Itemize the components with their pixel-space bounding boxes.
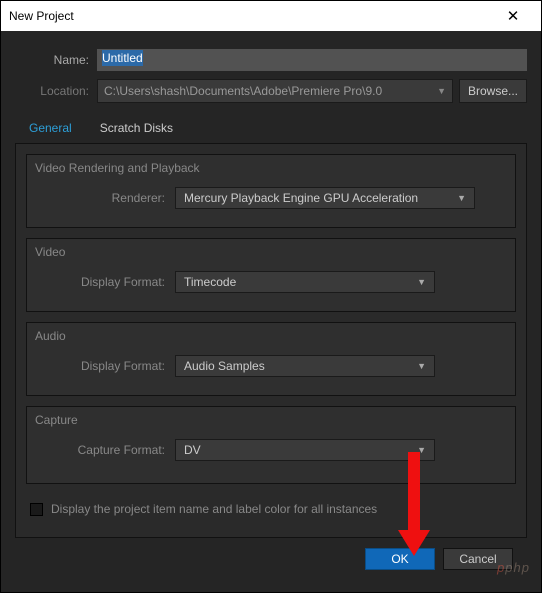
audio-format-label: Display Format: <box>35 359 175 373</box>
location-select[interactable]: C:\Users\shash\Documents\Adobe\Premiere … <box>97 79 453 103</box>
section-capture-title: Capture <box>27 407 515 437</box>
tabs: General Scratch Disks <box>15 115 527 144</box>
cancel-button[interactable]: Cancel <box>443 548 513 570</box>
audio-format-select[interactable]: Audio Samples ▼ <box>175 355 435 377</box>
chevron-down-icon: ▼ <box>417 445 426 455</box>
section-rendering: Video Rendering and Playback Renderer: M… <box>26 154 516 228</box>
video-format-value: Timecode <box>184 275 236 289</box>
section-audio: Audio Display Format: Audio Samples ▼ <box>26 322 516 396</box>
capture-format-select[interactable]: DV ▼ <box>175 439 435 461</box>
section-audio-title: Audio <box>27 323 515 353</box>
tab-pane-general: Video Rendering and Playback Renderer: M… <box>15 144 527 538</box>
chevron-down-icon: ▼ <box>457 193 466 203</box>
close-icon[interactable]: ✕ <box>493 7 533 25</box>
ok-button[interactable]: OK <box>365 548 435 570</box>
location-label: Location: <box>15 84 97 98</box>
section-video: Video Display Format: Timecode ▼ <box>26 238 516 312</box>
location-row: Location: C:\Users\shash\Documents\Adobe… <box>15 79 527 103</box>
audio-format-value: Audio Samples <box>184 359 265 373</box>
display-name-color-checkbox[interactable] <box>30 503 43 516</box>
renderer-select[interactable]: Mercury Playback Engine GPU Acceleration… <box>175 187 475 209</box>
titlebar: New Project ✕ <box>1 1 541 31</box>
renderer-label: Renderer: <box>35 191 175 205</box>
tab-general[interactable]: General <box>15 115 86 143</box>
video-format-label: Display Format: <box>35 275 175 289</box>
name-row: Name: Untitled <box>15 49 527 71</box>
name-input[interactable]: Untitled <box>97 49 527 71</box>
chevron-down-icon: ▼ <box>417 277 426 287</box>
chevron-down-icon: ▼ <box>417 361 426 371</box>
video-format-select[interactable]: Timecode ▼ <box>175 271 435 293</box>
dialog-content: Name: Untitled Location: C:\Users\shash\… <box>1 31 541 592</box>
window-title: New Project <box>9 9 493 23</box>
location-value: C:\Users\shash\Documents\Adobe\Premiere … <box>104 84 382 98</box>
section-rendering-title: Video Rendering and Playback <box>27 155 515 185</box>
dialog-footer: OK Cancel <box>15 538 527 582</box>
display-name-color-row: Display the project item name and label … <box>26 494 516 520</box>
new-project-dialog: New Project ✕ Name: Untitled Location: C… <box>0 0 542 593</box>
capture-format-value: DV <box>184 443 201 457</box>
section-video-title: Video <box>27 239 515 269</box>
capture-format-label: Capture Format: <box>35 443 175 457</box>
chevron-down-icon: ▼ <box>437 86 446 96</box>
renderer-value: Mercury Playback Engine GPU Acceleration <box>184 191 418 205</box>
tab-scratch-disks[interactable]: Scratch Disks <box>86 115 187 143</box>
name-label: Name: <box>15 53 97 67</box>
display-name-color-label: Display the project item name and label … <box>51 502 377 516</box>
section-capture: Capture Capture Format: DV ▼ <box>26 406 516 484</box>
browse-button[interactable]: Browse... <box>459 79 527 103</box>
